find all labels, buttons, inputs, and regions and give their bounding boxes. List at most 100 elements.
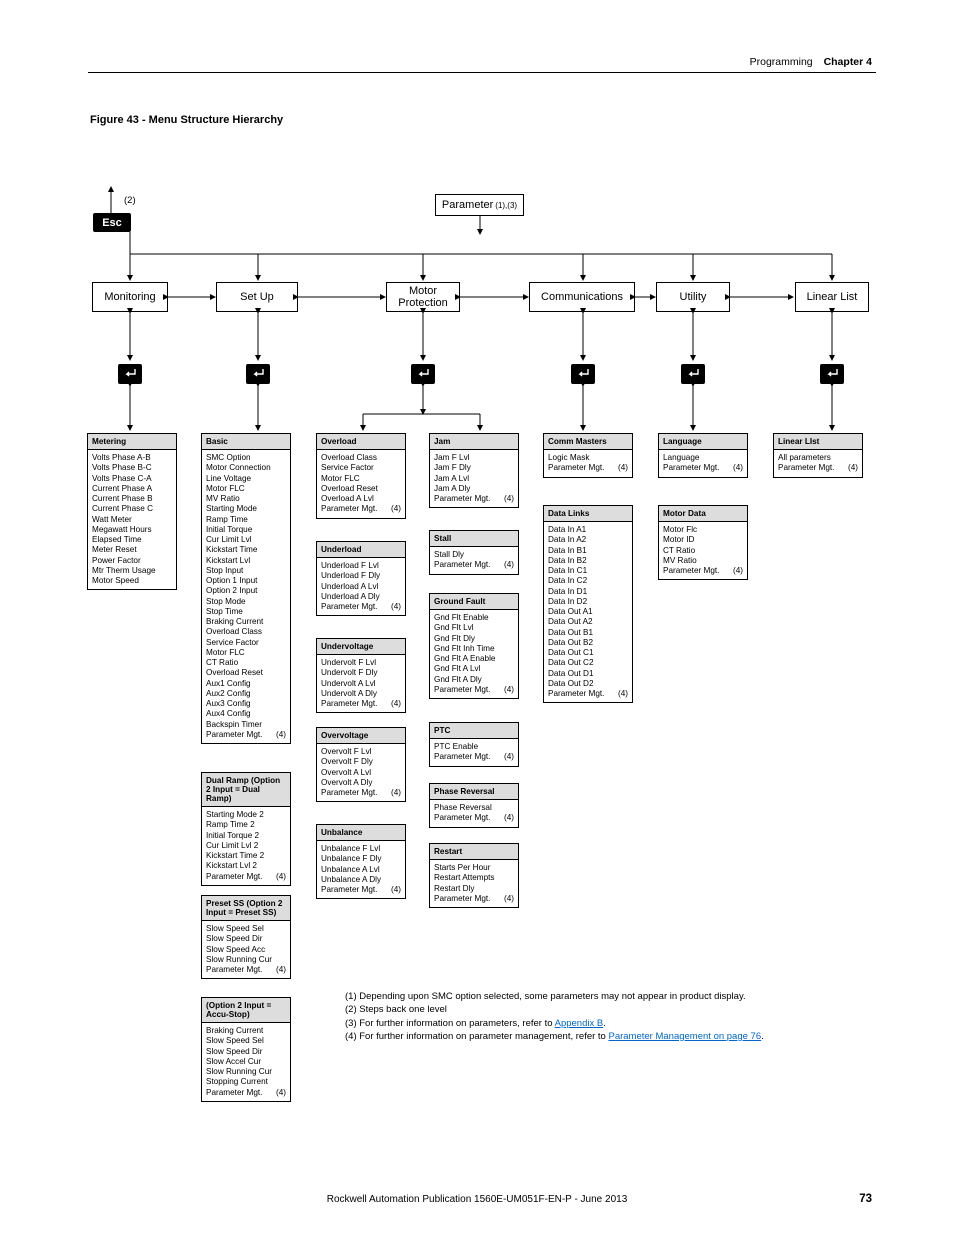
page-number: 73 (859, 1193, 872, 1205)
block-body: Starts Per HourRestart AttemptsRestart D… (430, 860, 518, 907)
list-item: Unbalance A Lvl (321, 865, 401, 875)
block-header: Data Links (544, 506, 632, 522)
list-item: Jam F Lvl (434, 453, 514, 463)
note-3: (3) For further information on parameter… (345, 1017, 764, 1030)
list-item: Data In C1 (548, 566, 628, 576)
enter-icon (820, 364, 844, 384)
list-item: Jam A Dly (434, 484, 514, 494)
block-overload: OverloadOverload ClassService FactorMoto… (316, 433, 406, 519)
list-item: Jam A Lvl (434, 474, 514, 484)
menu-setup: Set Up (216, 282, 298, 312)
block-header: Stall (430, 531, 518, 547)
list-item: Motor FLC (206, 648, 286, 658)
block-header: Overvoltage (317, 728, 405, 744)
list-item: Motor Connection (206, 463, 286, 473)
block-header: Language (659, 434, 747, 450)
list-item: Initial Torque 2 (206, 831, 286, 841)
list-item: Gnd Flt A Enable (434, 654, 514, 664)
block-header: Undervoltage (317, 639, 405, 655)
list-item: Underload F Lvl (321, 561, 401, 571)
list-item: Data Out D1 (548, 669, 628, 679)
list-item: Service Factor (321, 463, 401, 473)
link-appendix-b[interactable]: Appendix B (555, 1018, 604, 1029)
list-item: Slow Speed Dir (206, 1047, 286, 1057)
parameter-mgt-row: Parameter Mgt.(4) (321, 602, 401, 612)
list-item: Underload F Dly (321, 571, 401, 581)
footnotes: (1) Depending upon SMC option selected, … (345, 990, 764, 1043)
block-body: Phase ReversalParameter Mgt.(4) (430, 800, 518, 827)
list-item: Stop Time (206, 607, 286, 617)
parameter-mgt-row: Parameter Mgt.(4) (434, 560, 514, 570)
list-item: Data In B1 (548, 546, 628, 556)
menu-comms: Communications (529, 282, 635, 312)
block-restart: RestartStarts Per HourRestart AttemptsRe… (429, 843, 519, 908)
block-header: Preset SS (Option 2 Input = Preset SS) (202, 896, 290, 921)
list-item: Kickstart Lvl 2 (206, 861, 286, 871)
parameter-mgt-row: Parameter Mgt.(4) (663, 463, 743, 473)
list-item: Slow Speed Dir (206, 934, 286, 944)
block-dualramp: Dual Ramp (Option 2 Input = Dual Ramp)St… (201, 772, 291, 886)
enter-icon (118, 364, 142, 384)
block-unbalance: UnbalanceUnbalance F LvlUnbalance F DlyU… (316, 824, 406, 899)
list-item: CT Ratio (206, 658, 286, 668)
menu-utility: Utility (656, 282, 730, 312)
list-item: Kickstart Time 2 (206, 851, 286, 861)
block-body: Unbalance F LvlUnbalance F DlyUnbalance … (317, 841, 405, 898)
list-item: Undervolt A Dly (321, 689, 401, 699)
list-item: Gnd Flt Lvl (434, 623, 514, 633)
parameter-node: Parameter (1),(3) (435, 194, 524, 216)
block-stall: StallStall DlyParameter Mgt.(4) (429, 530, 519, 575)
block-header: Ground Fault (430, 594, 518, 610)
list-item: Elapsed Time (92, 535, 172, 545)
menu-motorprot: Motor Protection (386, 282, 460, 312)
block-body: Volts Phase A-BVolts Phase B-CVolts Phas… (88, 450, 176, 589)
list-item: Aux1 Config (206, 679, 286, 689)
parameter-mgt-row: Parameter Mgt.(4) (321, 504, 401, 514)
list-item: Overload A Lvl (321, 494, 401, 504)
list-item: Data Out D2 (548, 679, 628, 689)
block-body: Underload F LvlUnderload F Dly Underload … (317, 558, 405, 615)
list-item: Aux4 Config (206, 709, 286, 719)
list-item: Restart Attempts (434, 873, 514, 883)
list-item: Data Out B2 (548, 638, 628, 648)
parameter-mgt-row: Parameter Mgt.(4) (434, 752, 514, 762)
list-item: Mtr Therm Usage (92, 566, 172, 576)
list-item: Starting Mode (206, 504, 286, 514)
enter-icon (681, 364, 705, 384)
list-item: Motor Flc (663, 525, 743, 535)
parameter-mgt-row: Parameter Mgt.(4) (778, 463, 858, 473)
list-item: Stop Mode (206, 597, 286, 607)
link-param-mgmt[interactable]: Parameter Management on page 76 (608, 1031, 761, 1042)
block-body: Overvolt F LvlOvervolt F DlyOvervolt A L… (317, 744, 405, 801)
list-item: Underload A Dly (321, 592, 401, 602)
list-item: Slow Running Cur (206, 1067, 286, 1077)
parameter-mgt-row: Parameter Mgt.(4) (206, 872, 286, 882)
note-2: (2) Steps back one level (345, 1003, 764, 1016)
block-phasereversal: Phase ReversalPhase ReversalParameter Mg… (429, 783, 519, 828)
list-item: All parameters (778, 453, 858, 463)
list-item: Gnd Flt Inh Time (434, 644, 514, 654)
list-item: Data Out C1 (548, 648, 628, 658)
parameter-mgt-row: Parameter Mgt.(4) (548, 463, 628, 473)
block-header: Basic (202, 434, 290, 450)
parameter-mgt-row: Parameter Mgt.(4) (434, 813, 514, 823)
list-item: Data In A1 (548, 525, 628, 535)
block-body: Starting Mode 2Ramp Time 2Initial Torque… (202, 807, 290, 885)
list-item: Power Factor (92, 556, 172, 566)
parameter-mgt-row: Parameter Mgt.(4) (434, 685, 514, 695)
list-item: Cur Limit Lvl (206, 535, 286, 545)
list-item: Data In D2 (548, 597, 628, 607)
list-item: Slow Running Cur (206, 955, 286, 965)
list-item: Overload Class (321, 453, 401, 463)
list-item: Undervolt F Lvl (321, 658, 401, 668)
parameter-mgt-row: Parameter Mgt.(4) (206, 965, 286, 975)
block-undervoltage: UndervoltageUndervolt F LvlUndervolt F D… (316, 638, 406, 713)
list-item: Overload Reset (321, 484, 401, 494)
list-item: Motor Speed (92, 576, 172, 586)
block-commmasters: Comm MastersLogic MaskParameter Mgt.(4) (543, 433, 633, 478)
menu-monitoring: Monitoring (92, 282, 168, 312)
list-item: Motor ID (663, 535, 743, 545)
list-item: Gnd Flt Enable (434, 613, 514, 623)
list-item: Language (663, 453, 743, 463)
list-item: Line Voltage (206, 474, 286, 484)
